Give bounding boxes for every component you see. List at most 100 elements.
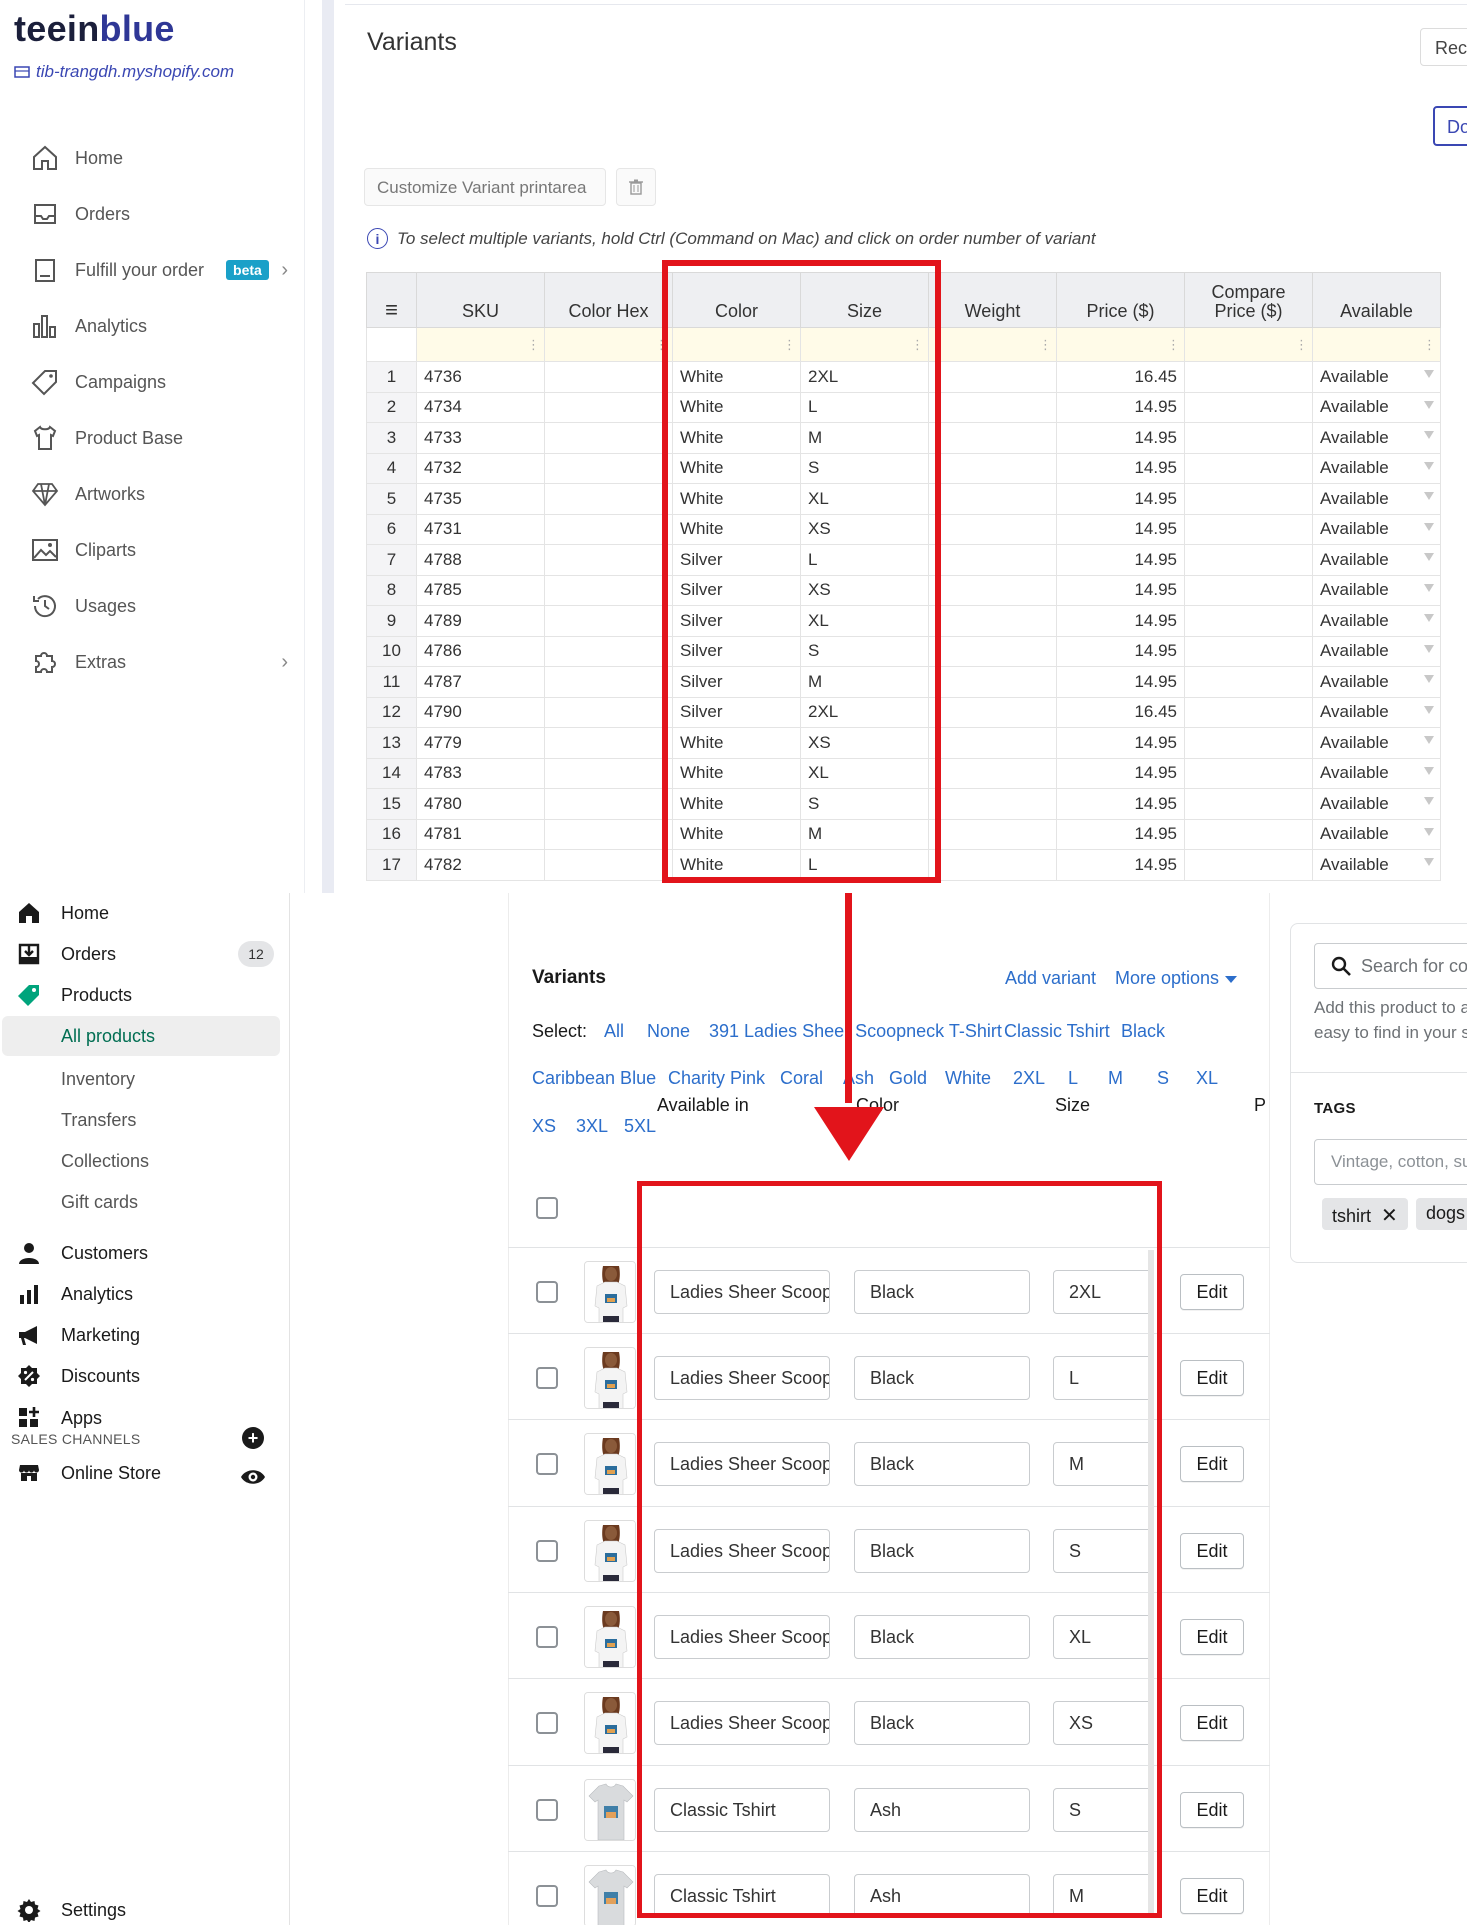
cell-sku[interactable]: 4786	[416, 635, 545, 667]
grid-row[interactable]: 7 4788 Silver L 14.95 Available	[366, 544, 1441, 576]
cell-color[interactable]: Silver	[672, 605, 801, 637]
cell-size[interactable]: XS	[800, 727, 929, 759]
cell-compare-price[interactable]	[1184, 666, 1313, 698]
row-number[interactable]: 11	[366, 666, 417, 698]
cell-price[interactable]: 14.95	[1056, 544, 1185, 576]
grid-row[interactable]: 11 4787 Silver M 14.95 Available	[366, 666, 1441, 698]
sidebar-item-collections[interactable]: Collections	[0, 1141, 290, 1181]
color-input[interactable]: Black	[854, 1529, 1030, 1573]
cell-color-hex[interactable]	[544, 696, 673, 728]
cell-color-hex[interactable]	[544, 818, 673, 850]
cell-available[interactable]: Available	[1312, 361, 1441, 393]
cell-weight[interactable]	[928, 727, 1057, 759]
cell-compare-price[interactable]	[1184, 513, 1313, 545]
cell-compare-price[interactable]	[1184, 452, 1313, 484]
color-input[interactable]: Black	[854, 1270, 1030, 1314]
cell-sku[interactable]: 4735	[416, 483, 545, 515]
cell-size[interactable]: L	[800, 849, 929, 881]
variant-thumbnail[interactable]	[584, 1779, 636, 1841]
grid-row[interactable]: 6 4731 White XS 14.95 Available	[366, 513, 1441, 545]
cell-available[interactable]: Available	[1312, 666, 1441, 698]
cell-weight[interactable]	[928, 391, 1057, 423]
filter-cell-available[interactable]: ⋮	[1312, 327, 1441, 362]
sidebar-item-analytics[interactable]: Analytics	[28, 306, 288, 346]
cell-color-hex[interactable]	[544, 727, 673, 759]
cell-color[interactable]: White	[672, 361, 801, 393]
grid-row[interactable]: 17 4782 White L 14.95 Available	[366, 849, 1441, 881]
edit-variant-button[interactable]: Edit	[1180, 1705, 1244, 1741]
sidebar-item-product-base[interactable]: Product Base	[28, 418, 288, 458]
sidebar-item-orders[interactable]: Orders	[28, 194, 288, 234]
grid-row[interactable]: 4 4732 White S 14.95 Available	[366, 452, 1441, 484]
cell-color-hex[interactable]	[544, 544, 673, 576]
cell-available[interactable]: Available	[1312, 849, 1441, 881]
cell-weight[interactable]	[928, 788, 1057, 820]
cell-color[interactable]: White	[672, 757, 801, 789]
select-link[interactable]: 391 Ladies Sheer Scoopneck T-Shirt	[709, 1021, 1002, 1042]
cell-color-hex[interactable]	[544, 361, 673, 393]
cell-color[interactable]: Silver	[672, 544, 801, 576]
column-header-color[interactable]: Color	[672, 272, 801, 328]
size-input[interactable]: S	[1053, 1788, 1153, 1832]
select-link[interactable]: Black	[1121, 1021, 1165, 1042]
size-column-scrollbar[interactable]	[1148, 1250, 1154, 1918]
column-header-available[interactable]: Available	[1312, 272, 1441, 328]
cell-color[interactable]: White	[672, 513, 801, 545]
cell-weight[interactable]	[928, 818, 1057, 850]
edit-variant-button[interactable]: Edit	[1180, 1360, 1244, 1396]
row-number[interactable]: 6	[366, 513, 417, 545]
cell-compare-price[interactable]	[1184, 727, 1313, 759]
filter-cell-color-hex[interactable]: ⋮	[544, 327, 673, 362]
cell-price[interactable]: 14.95	[1056, 818, 1185, 850]
cell-color-hex[interactable]	[544, 605, 673, 637]
cell-color[interactable]: White	[672, 818, 801, 850]
cell-price[interactable]: 16.45	[1056, 361, 1185, 393]
cell-price[interactable]: 14.95	[1056, 574, 1185, 606]
variant-checkbox[interactable]	[536, 1626, 558, 1648]
variant-checkbox[interactable]	[536, 1453, 558, 1475]
cell-size[interactable]: 2XL	[800, 361, 929, 393]
sidebar-item-apps[interactable]: Apps	[0, 1398, 290, 1438]
column-header-compare-price[interactable]: Compare Price ($)	[1184, 272, 1313, 328]
select-link[interactable]: M	[1108, 1068, 1123, 1089]
select-link[interactable]: 2XL	[1013, 1068, 1045, 1089]
select-link[interactable]: All	[604, 1021, 624, 1042]
cell-size[interactable]: L	[800, 544, 929, 576]
grid-row[interactable]: 9 4789 Silver XL 14.95 Available	[366, 605, 1441, 637]
cell-weight[interactable]	[928, 483, 1057, 515]
teeinblue-logo[interactable]: teeinblue	[14, 8, 175, 50]
variant-thumbnail[interactable]	[584, 1261, 636, 1323]
cell-available[interactable]: Available	[1312, 452, 1441, 484]
size-input[interactable]: L	[1053, 1356, 1153, 1400]
variant-checkbox[interactable]	[536, 1540, 558, 1562]
sidebar-item-inventory[interactable]: Inventory	[0, 1059, 290, 1099]
sidebar-item-fulfill-your-order[interactable]: Fulfill your order beta ›	[28, 250, 288, 290]
remove-tag-icon[interactable]: ✕	[1381, 1205, 1398, 1227]
cell-available[interactable]: Available	[1312, 391, 1441, 423]
cell-color[interactable]: White	[672, 391, 801, 423]
select-link[interactable]: White	[945, 1068, 991, 1089]
size-input[interactable]: M	[1053, 1442, 1153, 1486]
edit-variant-button[interactable]: Edit	[1180, 1274, 1244, 1310]
row-number[interactable]: 3	[366, 422, 417, 454]
cell-color-hex[interactable]	[544, 513, 673, 545]
cell-color-hex[interactable]	[544, 635, 673, 667]
add-variant-link[interactable]: Add variant	[1005, 968, 1096, 989]
cell-size[interactable]: XS	[800, 574, 929, 606]
cell-price[interactable]: 14.95	[1056, 635, 1185, 667]
select-all-checkbox[interactable]	[536, 1197, 558, 1219]
cell-price[interactable]: 16.45	[1056, 696, 1185, 728]
select-link[interactable]: Classic Tshirt	[1004, 1021, 1110, 1042]
row-number[interactable]: 2	[366, 391, 417, 423]
cell-available[interactable]: Available	[1312, 727, 1441, 759]
cell-weight[interactable]	[928, 574, 1057, 606]
cell-price[interactable]: 14.95	[1056, 727, 1185, 759]
size-input[interactable]: M	[1053, 1874, 1153, 1918]
color-input[interactable]: Black	[854, 1442, 1030, 1486]
cell-color-hex[interactable]	[544, 849, 673, 881]
edit-variant-button[interactable]: Edit	[1180, 1792, 1244, 1828]
cell-weight[interactable]	[928, 849, 1057, 881]
more-options-link[interactable]: More options	[1115, 968, 1238, 989]
cell-compare-price[interactable]	[1184, 483, 1313, 515]
select-link[interactable]: 3XL	[576, 1116, 608, 1137]
